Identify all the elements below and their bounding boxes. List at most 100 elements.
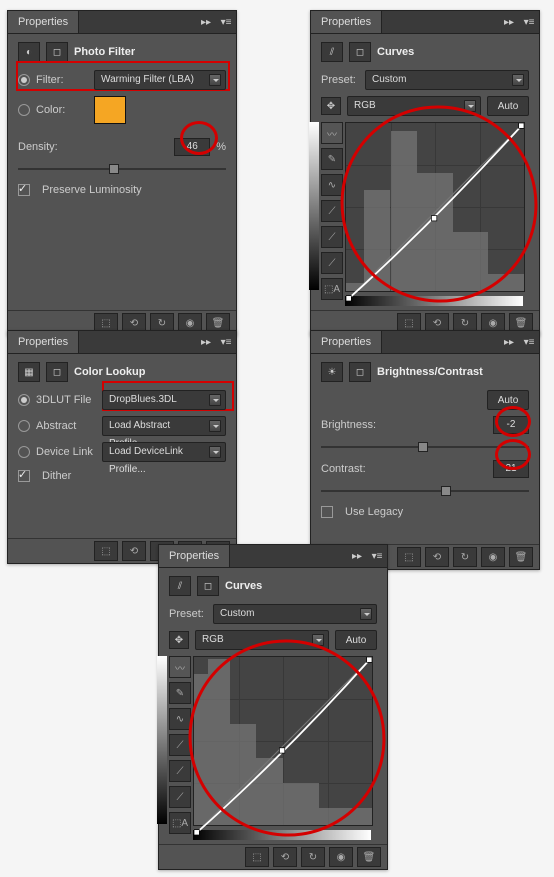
dropdown-preset[interactable]: Custom [213,604,377,624]
reset-icon[interactable]: ↻ [453,547,477,567]
dropdown-abstract[interactable]: Load Abstract Profile... [102,416,226,436]
trash-icon[interactable]: 🗑 [357,847,381,867]
tabbar: Properties ▸▸ ▾≡ [311,331,539,354]
label-filter: Filter: [36,74,88,86]
input-density[interactable]: 46 [174,138,210,156]
mask-icon: ◻ [46,42,68,62]
curves-icon: ⫽ [321,42,343,62]
dropdown-channel[interactable]: RGB [347,96,481,116]
checkbox-dither[interactable] [18,470,30,482]
radio-filter[interactable] [18,74,30,86]
curve-line [346,123,524,301]
radio-abstract[interactable] [18,420,30,432]
tab-properties[interactable]: Properties [159,545,230,567]
tabbar: Properties ▸▸ ▾≡ [311,11,539,34]
tool-eyedropper-black-icon[interactable]: ⟋ [321,200,343,222]
output-gradient [309,122,319,290]
label-3dlut: 3DLUT File [36,394,96,406]
panel-title: Photo Filter [74,46,135,58]
tool-pencil-icon[interactable]: ✎ [169,682,191,704]
button-auto[interactable]: Auto [487,390,529,410]
mask-icon: ◻ [197,576,219,596]
dropdown-channel[interactable]: RGB [195,630,329,650]
clip-icon[interactable]: ⬚ [397,547,421,567]
radio-devicelink[interactable] [18,446,30,458]
dropdown-preset[interactable]: Custom [365,70,529,90]
label-color: Color: [36,104,88,116]
input-contrast[interactable]: 21 [493,460,529,478]
curves-grid[interactable] [345,122,525,292]
dropdown-devicelink[interactable]: Load DeviceLink Profile... [102,442,226,462]
collapse-icon[interactable]: ▸▸ [499,12,519,32]
slider-contrast[interactable] [321,484,529,498]
label-contrast: Contrast: [321,463,366,475]
panel-menu-icon[interactable]: ▾≡ [519,12,539,32]
tab-properties[interactable]: Properties [8,331,79,353]
collapse-icon[interactable]: ▸▸ [196,332,216,352]
clip-icon[interactable]: ⬚ [245,847,269,867]
tool-curve-icon[interactable]: 〰 [321,122,343,144]
input-brightness[interactable]: -2 [493,416,529,434]
curves-grid[interactable] [193,656,373,826]
checkbox-use-legacy[interactable] [321,506,333,518]
curves-icon: ⫽ [169,576,191,596]
collapse-icon[interactable]: ▸▸ [347,546,367,566]
curves-tools: 〰 ✎ ∿ ⟋ ⟋ ⟋ ⬚A [169,656,191,834]
tool-target-icon[interactable]: ✥ [169,631,189,649]
panel-photo-filter: Properties ▸▸ ▾≡ ◐ ◻ Photo Filter Filter… [7,10,237,336]
dropdown-3dlut[interactable]: DropBlues.3DL [102,390,226,410]
tool-eyedropper-white-icon[interactable]: ⟋ [321,252,343,274]
color-swatch[interactable] [94,96,126,124]
label-preset: Preset: [169,608,207,620]
panel-menu-icon[interactable]: ▾≡ [367,546,387,566]
checkbox-preserve-luminosity[interactable] [18,184,30,196]
slider-brightness[interactable] [321,440,529,454]
tool-pencil-icon[interactable]: ✎ [321,148,343,170]
slider-density[interactable] [18,162,226,176]
panel-color-lookup: Properties ▸▸ ▾≡ ▦ ◻ Color Lookup 3DLUT … [7,330,237,564]
radio-3dlut[interactable] [18,394,30,406]
visibility-icon[interactable]: ◉ [329,847,353,867]
collapse-icon[interactable]: ▸▸ [196,12,216,32]
tool-target-icon[interactable]: ✥ [321,97,341,115]
label-legacy: Use Legacy [345,506,403,518]
panel-menu-icon[interactable]: ▾≡ [519,332,539,352]
lookup-icon: ▦ [18,362,40,382]
panel-footer: ⬚ ⟲ ↻ ◉ 🗑 [159,844,387,869]
label-preserve: Preserve Luminosity [42,184,142,196]
panel-menu-icon[interactable]: ▾≡ [216,12,236,32]
tool-smooth-icon[interactable]: ∿ [169,708,191,730]
label-abstract: Abstract [36,420,96,432]
previous-state-icon[interactable]: ⟲ [425,547,449,567]
previous-state-icon[interactable]: ⟲ [122,541,146,561]
tool-smooth-icon[interactable]: ∿ [321,174,343,196]
label-preset: Preset: [321,74,359,86]
radio-color[interactable] [18,104,30,116]
button-auto[interactable]: Auto [335,630,377,650]
mask-icon: ◻ [46,362,68,382]
tab-properties[interactable]: Properties [311,331,382,353]
tab-properties[interactable]: Properties [311,11,382,33]
panel-menu-icon[interactable]: ▾≡ [216,332,236,352]
trash-icon[interactable]: 🗑 [509,547,533,567]
tool-eyedropper-gray-icon[interactable]: ⟋ [169,760,191,782]
reset-icon[interactable]: ↻ [301,847,325,867]
button-auto[interactable]: Auto [487,96,529,116]
tool-curve-icon[interactable]: 〰 [169,656,191,678]
clip-icon[interactable]: ⬚ [94,541,118,561]
tool-eyedropper-black-icon[interactable]: ⟋ [169,734,191,756]
panel-brightness-contrast: Properties ▸▸ ▾≡ ☀ ◻ Brightness/Contrast… [310,330,540,570]
curve-line [194,657,372,835]
mask-icon: ◻ [349,42,371,62]
tool-eyedropper-white-icon[interactable]: ⟋ [169,786,191,808]
previous-state-icon[interactable]: ⟲ [273,847,297,867]
panel-title: Curves [225,580,262,592]
tool-eyedropper-gray-icon[interactable]: ⟋ [321,226,343,248]
tool-edit-points-icon[interactable]: ⬚A [169,812,191,834]
dropdown-filter[interactable]: Warming Filter (LBA) [94,70,226,90]
tab-properties[interactable]: Properties [8,11,79,33]
brightness-icon: ☀ [321,362,343,382]
visibility-icon[interactable]: ◉ [481,547,505,567]
collapse-icon[interactable]: ▸▸ [499,332,519,352]
tool-edit-points-icon[interactable]: ⬚A [321,278,343,300]
